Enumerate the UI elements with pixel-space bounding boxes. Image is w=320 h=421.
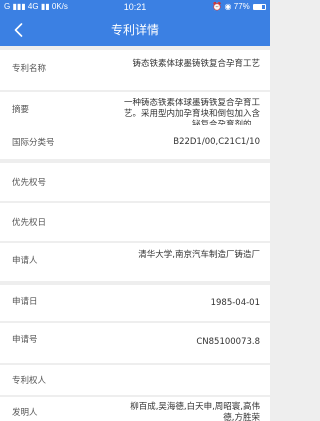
status-bar: G ▮▮▮ 4G ▮▮ 0K/s 10:21 ⏰ ◉ 77% — [0, 0, 270, 14]
field-label: 申请号 — [12, 335, 38, 345]
field-label: 专利权人 — [12, 376, 47, 386]
status-right: ⏰ ◉ 77% — [212, 0, 266, 14]
field-row-priority-date: 优先权日 — [0, 203, 270, 241]
field-label: 专利名称 — [12, 64, 47, 74]
field-value: CN85100073.8 — [196, 337, 260, 347]
field-row-ipc: 国际分类号 B22D1/00,C21C1/10 — [0, 125, 270, 159]
field-label: 发明人 — [12, 408, 38, 418]
field-row-priority-number: 优先权号 — [0, 163, 270, 201]
field-value: B22D1/00,C21C1/10 — [173, 137, 260, 147]
battery-fill — [254, 4, 263, 9]
field-row-patentee: 专利权人 — [0, 365, 270, 395]
field-label: 申请人 — [12, 256, 38, 266]
field-value: 铸态铁素体球墨铸铁复合孕育工艺 — [132, 59, 260, 69]
field-label: 国际分类号 — [12, 138, 55, 148]
battery-percent: 77% — [233, 2, 250, 11]
field-label: 优先权日 — [12, 218, 47, 228]
field-row-inventor: 发明人 柳百成,吴海德,白天申,周昭寰,高伟德,方胜荣 — [0, 397, 270, 421]
field-label: 摘要 — [12, 105, 30, 115]
field-label: 优先权号 — [12, 178, 47, 188]
battery-icon — [253, 3, 266, 10]
field-value: 柳百成,吴海德,白天申,周昭寰,高伟德,方胜荣 — [130, 402, 260, 421]
field-label: 申请日 — [12, 297, 38, 307]
field-row-application-number: 申请号 CN85100073.8 — [0, 323, 270, 363]
alarm-icon: ⏰ — [212, 2, 223, 11]
field-value: 清华大学,南京汽车制造厂铸造厂 — [138, 250, 260, 260]
field-row-applicant: 申请人 清华大学,南京汽车制造厂铸造厂 — [0, 243, 270, 281]
field-value: 1985-04-01 — [210, 298, 260, 308]
wifi-icon: ◉ — [224, 2, 232, 11]
field-row-patent-name: 专利名称 铸态铁素体球墨铸铁复合孕育工艺 — [0, 50, 270, 90]
nav-bar: 专利详情 — [0, 14, 270, 46]
page-title: 专利详情 — [110, 23, 159, 37]
field-row-application-date: 申请日 1985-04-01 — [0, 285, 270, 321]
